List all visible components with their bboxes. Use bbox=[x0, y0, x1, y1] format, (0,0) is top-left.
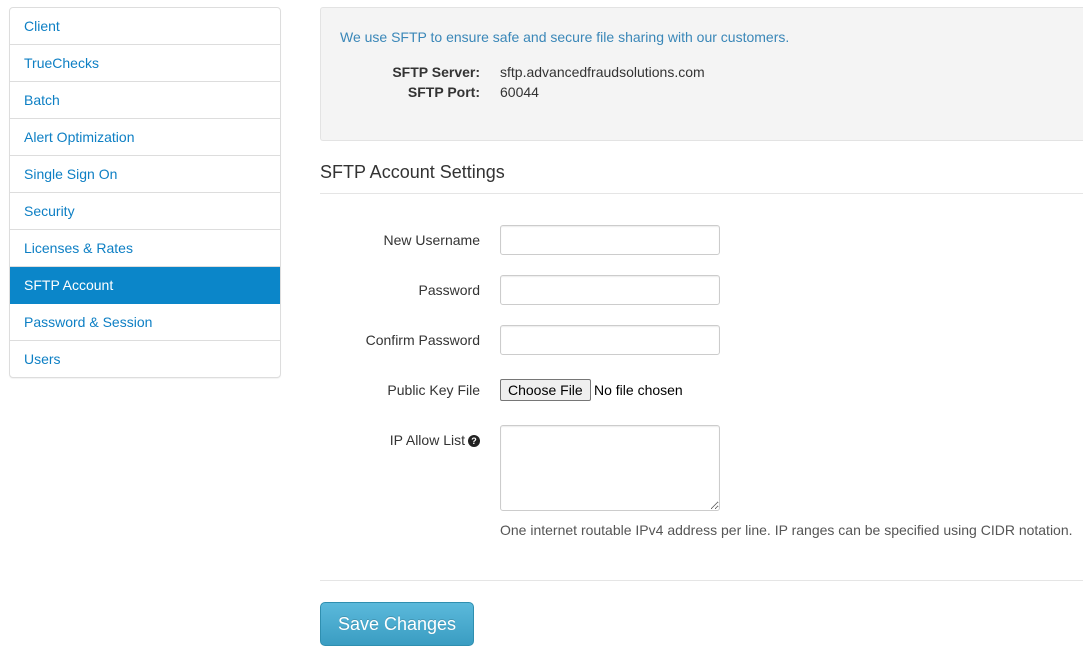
sidebar-item-truechecks[interactable]: TrueChecks bbox=[10, 45, 280, 82]
sidebar-item-users[interactable]: Users bbox=[10, 341, 280, 377]
sidebar-item-security[interactable]: Security bbox=[10, 193, 280, 230]
sidebar-item-batch[interactable]: Batch bbox=[10, 82, 280, 119]
form-divider bbox=[320, 580, 1083, 581]
confirm-password-label: Confirm Password bbox=[365, 332, 480, 348]
sidebar-item-password-session[interactable]: Password & Session bbox=[10, 304, 280, 341]
sftp-port-row: SFTP Port: 60044 bbox=[340, 82, 1083, 102]
settings-sidebar: Client TrueChecks Batch Alert Optimizati… bbox=[9, 7, 281, 378]
sftp-server-row: SFTP Server: sftp.advancedfraudsolutions… bbox=[340, 62, 1083, 82]
choose-file-button[interactable]: Choose File bbox=[500, 379, 591, 401]
ip-allow-list-label: IP Allow List? bbox=[320, 432, 480, 448]
ip-allow-list-label-text: IP Allow List bbox=[389, 432, 465, 448]
sidebar-item-licenses-rates[interactable]: Licenses & Rates bbox=[10, 230, 280, 267]
section-title: SFTP Account Settings bbox=[320, 162, 1083, 194]
sftp-info-panel: We use SFTP to ensure safe and secure fi… bbox=[320, 7, 1083, 141]
password-input[interactable] bbox=[500, 275, 720, 305]
sftp-server-value: sftp.advancedfraudsolutions.com bbox=[500, 64, 705, 80]
confirm-password-input[interactable] bbox=[500, 325, 720, 355]
main-content: We use SFTP to ensure safe and secure fi… bbox=[320, 7, 1083, 646]
sftp-server-label: SFTP Server: bbox=[392, 64, 480, 80]
username-input[interactable] bbox=[500, 225, 720, 255]
sidebar-item-single-sign-on[interactable]: Single Sign On bbox=[10, 156, 280, 193]
ip-allow-list-help-text: One internet routable IPv4 address per l… bbox=[500, 522, 1073, 538]
sftp-port-label: SFTP Port: bbox=[407, 84, 480, 100]
public-key-file-label: Public Key File bbox=[387, 382, 480, 398]
sidebar-item-alert-optimization[interactable]: Alert Optimization bbox=[10, 119, 280, 156]
ip-allow-list-textarea[interactable] bbox=[500, 425, 720, 511]
question-circle-icon[interactable]: ? bbox=[468, 435, 480, 447]
sftp-port-value: 60044 bbox=[500, 84, 539, 100]
sidebar-item-sftp-account[interactable]: SFTP Account bbox=[10, 267, 280, 304]
sidebar-item-client[interactable]: Client bbox=[10, 8, 280, 45]
sftp-info-text: We use SFTP to ensure safe and secure fi… bbox=[340, 29, 790, 45]
file-status-text: No file chosen bbox=[594, 382, 683, 398]
save-changes-button[interactable]: Save Changes bbox=[320, 602, 474, 646]
username-label: New Username bbox=[383, 232, 480, 248]
password-label: Password bbox=[418, 282, 480, 298]
